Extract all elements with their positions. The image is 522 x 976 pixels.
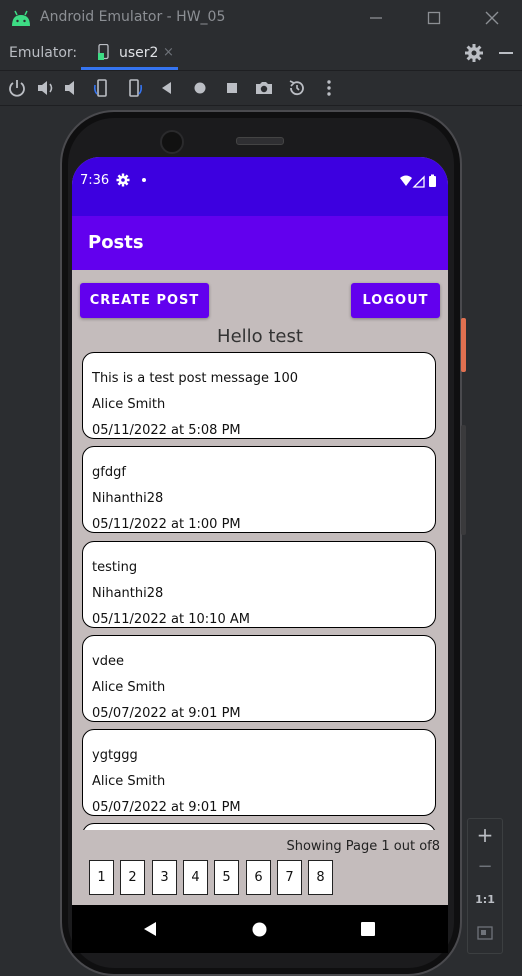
earpiece-speaker [236, 137, 284, 145]
settings-notification-icon [116, 173, 130, 187]
post-message: gfdgf [92, 465, 126, 480]
post-message: testing [92, 560, 138, 575]
post-card[interactable]: This is a test post message 100 Alice Sm… [82, 352, 436, 439]
camera-icon[interactable] [253, 77, 275, 99]
overview-icon[interactable] [221, 77, 243, 99]
window-title: Android Emulator - HW_05 [40, 9, 226, 25]
post-author: Nihanthi28 [92, 586, 164, 601]
device-icon [98, 44, 109, 60]
hide-panel-icon[interactable] [497, 44, 515, 62]
post-card[interactable]: vdee Alice Smith 05/07/2022 at 9:01 PM [82, 635, 436, 722]
tab-label: user2 [119, 45, 159, 61]
status-time: 7:36 [80, 173, 110, 188]
page-title: Posts [88, 232, 144, 253]
zoom-panel: + − 1:1 [467, 818, 503, 954]
close-window-button[interactable] [478, 6, 506, 30]
zoom-1to1-button[interactable]: 1:1 [468, 893, 502, 906]
device-screen: 7:36 Posts CREATE POST LOGOUT Hello test… [72, 157, 448, 953]
post-author: Alice Smith [92, 680, 166, 695]
system-nav-bar [72, 905, 448, 953]
front-camera [160, 130, 184, 154]
nav-back-icon[interactable] [143, 921, 157, 937]
post-date: 05/11/2022 at 10:10 AM [92, 612, 250, 627]
zoom-out-button[interactable]: − [468, 856, 502, 877]
battery-icon [429, 176, 436, 187]
maximize-window-button[interactable] [420, 6, 448, 30]
minimize-window-button[interactable] [362, 6, 390, 30]
rotate-right-icon[interactable] [123, 77, 145, 99]
window-title-bar: Android Emulator - HW_05 [0, 0, 522, 36]
device-power-button[interactable] [461, 318, 466, 372]
page-button-5[interactable]: 5 [214, 860, 239, 895]
page-info-text: Showing Page 1 out of8 [286, 839, 440, 854]
post-author: Nihanthi28 [92, 491, 164, 506]
device-volume-rocker[interactable] [461, 425, 466, 535]
post-message: This is a test post message 100 [92, 371, 298, 386]
page-button-7[interactable]: 7 [277, 860, 302, 895]
android-logo-icon [12, 10, 30, 26]
back-icon[interactable] [156, 77, 178, 99]
post-date: 05/07/2022 at 9:01 PM [92, 706, 241, 721]
emulator-label: Emulator: [9, 45, 78, 61]
post-card-partial[interactable] [82, 823, 436, 830]
post-card[interactable]: ygtggg Alice Smith 05/07/2022 at 9:01 PM [82, 729, 436, 816]
home-icon[interactable] [189, 77, 211, 99]
post-author: Alice Smith [92, 397, 166, 412]
tab-close-icon[interactable]: × [163, 45, 174, 60]
nav-overview-icon[interactable] [361, 922, 375, 936]
post-card[interactable]: testing Nihanthi28 05/11/2022 at 10:10 A… [82, 541, 436, 628]
signal-icon [412, 175, 425, 188]
rotate-left-icon[interactable] [91, 77, 113, 99]
post-date: 05/11/2022 at 1:00 PM [92, 517, 241, 532]
page-button-2[interactable]: 2 [120, 860, 145, 895]
post-date: 05/11/2022 at 5:08 PM [92, 423, 241, 438]
logout-button[interactable]: LOGOUT [351, 283, 440, 318]
zoom-in-button[interactable]: + [468, 823, 502, 847]
app-bar: Posts [72, 216, 448, 270]
fit-screen-icon[interactable] [477, 925, 493, 941]
post-message: vdee [92, 654, 124, 669]
emulator-toolbar [0, 71, 522, 106]
notification-dot-icon [142, 178, 146, 182]
post-message: ygtggg [92, 748, 138, 763]
page-button-8[interactable]: 8 [308, 860, 333, 895]
system-status-icons [400, 174, 436, 188]
more-icon[interactable] [318, 77, 340, 99]
page-button-6[interactable]: 6 [246, 860, 271, 895]
tab-user2[interactable]: user2 × [81, 36, 178, 70]
post-author: Alice Smith [92, 774, 166, 789]
page-button-1[interactable]: 1 [89, 860, 114, 895]
snapshot-icon[interactable] [286, 77, 308, 99]
create-post-button[interactable]: CREATE POST [80, 283, 209, 318]
post-card[interactable]: gfdgf Nihanthi28 05/11/2022 at 1:00 PM [82, 446, 436, 533]
page-button-3[interactable]: 3 [152, 860, 177, 895]
post-list[interactable]: This is a test post message 100 Alice Sm… [82, 352, 438, 830]
power-icon[interactable] [6, 77, 28, 99]
emulator-tab-bar: Emulator: [0, 36, 522, 71]
post-date: 05/07/2022 at 9:01 PM [92, 800, 241, 815]
wifi-icon [400, 175, 412, 186]
greeting-text: Hello test [217, 326, 303, 347]
page-button-4[interactable]: 4 [183, 860, 208, 895]
nav-home-icon[interactable] [252, 922, 267, 937]
volume-down-icon[interactable] [61, 77, 83, 99]
settings-gear-icon[interactable] [464, 43, 484, 63]
status-bar: 7:36 [72, 157, 448, 216]
volume-up-icon[interactable] [35, 77, 57, 99]
